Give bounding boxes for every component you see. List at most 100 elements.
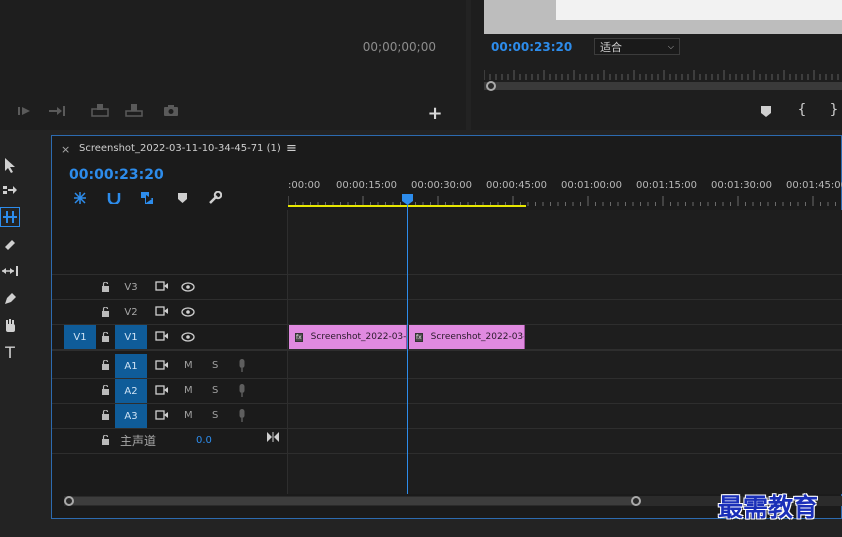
mute-button-a1[interactable]: M <box>184 360 193 371</box>
eye-icon[interactable] <box>180 306 196 318</box>
sequence-tab-title[interactable]: Screenshot_2022-03-11-10-34-45-71 (1) <box>79 143 281 154</box>
track-sep <box>52 403 842 404</box>
track-sep <box>52 428 842 429</box>
playhead-line <box>407 205 408 494</box>
fx-badge-icon: fx <box>295 332 303 342</box>
video-preview-frame <box>556 0 842 20</box>
program-monitor-panel: 00:00:23:20 适合 ⌵ { } <box>471 0 842 130</box>
zoom-select-value: 适合 <box>600 40 622 54</box>
lock-icon[interactable] <box>99 281 111 293</box>
ruler-label: 00:00:15:00 <box>336 180 398 191</box>
step-forward-icon[interactable] <box>16 104 32 118</box>
sequence-timecode[interactable]: 00:00:23:20 <box>69 167 164 183</box>
sequence-tab-close[interactable]: × <box>61 143 70 156</box>
program-scroll-handle[interactable] <box>486 81 496 91</box>
sync-lock-icon[interactable] <box>154 359 170 371</box>
clip-1[interactable]: fx Screenshot_2022-03- <box>289 325 407 349</box>
selection-tool-icon[interactable] <box>1 156 19 174</box>
scroll-handle-left[interactable] <box>64 496 74 506</box>
ruler-label: 00:00:30:00 <box>411 180 473 191</box>
track-content-area <box>288 210 842 494</box>
solo-button-a2[interactable]: S <box>212 385 218 396</box>
microphone-icon[interactable] <box>236 408 248 422</box>
sync-lock-icon[interactable] <box>154 330 170 342</box>
lock-icon[interactable] <box>99 434 111 446</box>
add-marker-icon[interactable] <box>176 192 188 204</box>
mark-out-icon[interactable]: } <box>827 102 841 118</box>
track-header-divider <box>287 210 288 494</box>
microphone-icon[interactable] <box>236 383 248 397</box>
lock-icon[interactable] <box>99 306 111 318</box>
solo-button-a1[interactable]: S <box>212 360 218 371</box>
track-name-a2[interactable]: A2 <box>115 379 147 403</box>
source-patch-v1[interactable]: V1 <box>64 325 96 349</box>
zoom-select[interactable]: 适合 ⌵ <box>594 38 680 55</box>
solo-button-a3[interactable]: S <box>212 410 218 421</box>
ruler-label: 00:01:00:00 <box>561 180 623 191</box>
fx-badge-icon: fx <box>415 332 423 342</box>
track-name-v2[interactable]: V2 <box>115 300 147 324</box>
source-timecode[interactable]: 00;00;00;00 <box>363 40 436 54</box>
mute-button-a2[interactable]: M <box>184 385 193 396</box>
microphone-icon[interactable] <box>236 358 248 372</box>
timeline-scroll-thumb[interactable] <box>70 497 636 505</box>
track-sep <box>52 299 842 300</box>
program-timecode[interactable]: 00:00:23:20 <box>491 40 572 54</box>
add-marker-icon[interactable] <box>759 104 773 118</box>
lock-icon[interactable] <box>99 409 111 421</box>
lock-icon[interactable] <box>99 359 111 371</box>
master-track-label: 主声道 <box>120 434 157 448</box>
master-volume-value[interactable]: 0.0 <box>196 435 212 446</box>
program-ruler <box>484 70 839 80</box>
linked-selection-icon[interactable] <box>139 190 155 206</box>
sync-lock-icon[interactable] <box>154 409 170 421</box>
razor-tool-icon[interactable] <box>1 236 19 254</box>
source-monitor-panel: 00;00;00;00 + <box>0 0 466 130</box>
program-scroll-track <box>484 82 842 90</box>
ruler-label: 00:01:30:00 <box>711 180 773 191</box>
playhead-handle[interactable] <box>402 194 413 205</box>
clip-2-label: Screenshot_2022-03- <box>430 332 525 342</box>
add-button-icon[interactable]: + <box>426 103 444 124</box>
scroll-handle-right[interactable] <box>631 496 641 506</box>
clip-1-label: Screenshot_2022-03- <box>310 332 407 342</box>
ruler-label: 00:01:15:00 <box>636 180 698 191</box>
overwrite-icon[interactable] <box>124 102 144 118</box>
lock-icon[interactable] <box>99 331 111 343</box>
type-tool-icon[interactable]: T <box>1 343 19 362</box>
insert-icon[interactable] <box>90 102 110 118</box>
slip-tool-icon[interactable] <box>0 263 20 279</box>
sync-lock-icon[interactable] <box>154 280 170 292</box>
ruler-label: 00:00:45:00 <box>486 180 548 191</box>
track-name-a1[interactable]: A1 <box>115 354 147 378</box>
wrench-icon[interactable] <box>207 190 223 206</box>
track-sep <box>52 378 842 379</box>
hand-tool-icon[interactable] <box>1 316 19 334</box>
go-to-out-icon[interactable] <box>48 104 66 118</box>
track-select-tool-icon[interactable] <box>1 182 19 198</box>
sync-lock-icon[interactable] <box>154 384 170 396</box>
track-sep <box>52 349 842 351</box>
track-name-v3[interactable]: V3 <box>115 275 147 299</box>
track-sep <box>52 453 842 454</box>
mute-button-a3[interactable]: M <box>184 410 193 421</box>
snap-icon[interactable] <box>106 191 122 205</box>
mark-in-icon[interactable]: { <box>795 102 809 118</box>
panel-menu-icon[interactable]: ≡ <box>286 141 297 156</box>
eye-icon[interactable] <box>180 281 196 293</box>
watermark-text: 最需教育 <box>718 493 819 522</box>
time-ruler-ticks <box>288 196 836 206</box>
tools-panel: T <box>0 136 22 516</box>
nest-icon[interactable] <box>72 191 88 205</box>
ripple-edit-tool-icon[interactable] <box>0 207 20 227</box>
track-name-v1[interactable]: V1 <box>115 325 147 349</box>
go-to-out-icon[interactable] <box>266 430 280 444</box>
eye-icon[interactable] <box>180 331 196 343</box>
lock-icon[interactable] <box>99 384 111 396</box>
sync-lock-icon[interactable] <box>154 305 170 317</box>
ruler-label: 00:01:45:00 <box>786 180 842 191</box>
clip-2[interactable]: fx Screenshot_2022-03- <box>409 325 525 349</box>
camera-icon[interactable] <box>162 102 180 118</box>
pen-tool-icon[interactable] <box>1 290 19 308</box>
track-name-a3[interactable]: A3 <box>115 404 147 428</box>
